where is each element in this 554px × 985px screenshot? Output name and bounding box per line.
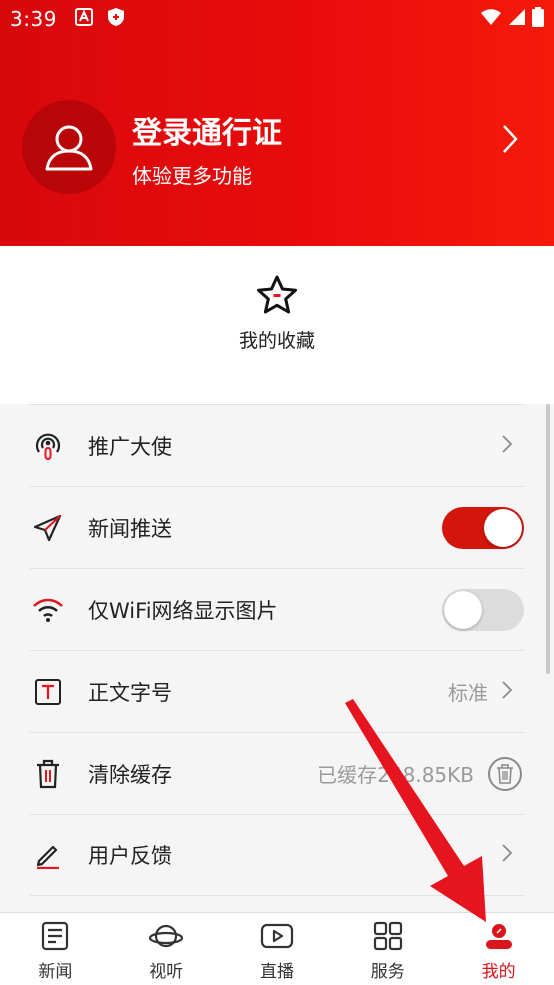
cache-size-value: 已缓存248.85KB: [317, 763, 474, 787]
status-time: 3:39: [10, 7, 57, 31]
setting-font-size[interactable]: 正文字号 标准: [30, 650, 524, 732]
planet-icon: [148, 919, 184, 953]
wifi-signal-icon: [480, 7, 502, 31]
cell-signal-icon: [508, 7, 526, 31]
setting-feedback[interactable]: 用户反馈: [30, 814, 524, 896]
setting-label: 正文字号: [88, 680, 172, 705]
tab-media[interactable]: 视听: [111, 913, 222, 985]
chevron-right-icon: [502, 844, 513, 866]
chevron-right-icon: [502, 434, 513, 457]
font-size-value: 标准: [448, 681, 488, 705]
setting-label: 用户反馈: [88, 844, 172, 868]
login-subtitle: 体验更多功能: [132, 164, 252, 188]
trash-icon: [497, 763, 513, 784]
favorites-label: 我的收藏: [238, 330, 315, 352]
tab-label: 我的: [481, 962, 516, 982]
clear-cache-button[interactable]: [488, 756, 522, 791]
play-icon: [260, 919, 294, 953]
chevron-right-icon: [502, 680, 513, 703]
chevron-right-icon[interactable]: [502, 124, 518, 158]
profile-header: 3:39 登录通行证 体验更多功能: [0, 0, 554, 246]
tab-profile[interactable]: 我的: [443, 913, 554, 985]
star-icon: [255, 274, 299, 320]
tab-news[interactable]: 新闻: [0, 913, 111, 985]
trash-icon: [30, 756, 66, 792]
tab-live[interactable]: 直播: [222, 913, 333, 985]
ambassador-icon: [30, 428, 66, 464]
grid-icon: [373, 919, 403, 953]
favorites-section[interactable]: 我的收藏: [0, 246, 554, 404]
send-icon: [30, 510, 66, 546]
tab-label: 视听: [149, 962, 184, 982]
app-notification-icon: [74, 7, 93, 31]
setting-label: 推广大使: [88, 434, 172, 459]
news-push-toggle[interactable]: [442, 506, 524, 549]
pencil-icon: [30, 837, 66, 873]
setting-label: 清除缓存: [88, 762, 172, 787]
tab-label: 新闻: [38, 962, 73, 982]
setting-wifi-only-images[interactable]: 仅WiFi网络显示图片: [30, 568, 524, 650]
tab-services[interactable]: 服务: [332, 913, 443, 985]
settings-list: 推广大使 新闻推送 仅WiFi网络显示图片 正文字号 标准 清除缓存 已缓存24…: [0, 404, 554, 912]
tab-label: 服务: [370, 962, 405, 982]
scrollbar[interactable]: [546, 404, 550, 674]
setting-clear-cache[interactable]: 清除缓存 已缓存248.85KB: [30, 732, 524, 814]
setting-ambassador[interactable]: 推广大使: [30, 404, 524, 486]
battery-icon: [532, 6, 544, 32]
profile-icon: [483, 919, 515, 953]
shield-icon: [107, 7, 125, 32]
bottom-nav: 新闻 视听 直播 服务 我的: [0, 912, 554, 985]
wifi-icon: [30, 592, 66, 628]
user-icon: [45, 125, 93, 171]
avatar[interactable]: [22, 100, 116, 194]
setting-news-push[interactable]: 新闻推送: [30, 486, 524, 568]
setting-label: 仅WiFi网络显示图片: [88, 598, 278, 623]
wifi-only-toggle[interactable]: [442, 588, 524, 631]
status-bar: 3:39: [0, 0, 554, 38]
login-title[interactable]: 登录通行证: [132, 108, 282, 152]
news-icon: [40, 919, 70, 953]
setting-label: 新闻推送: [88, 516, 172, 541]
text-size-icon: [30, 674, 66, 710]
tab-label: 直播: [259, 962, 294, 982]
